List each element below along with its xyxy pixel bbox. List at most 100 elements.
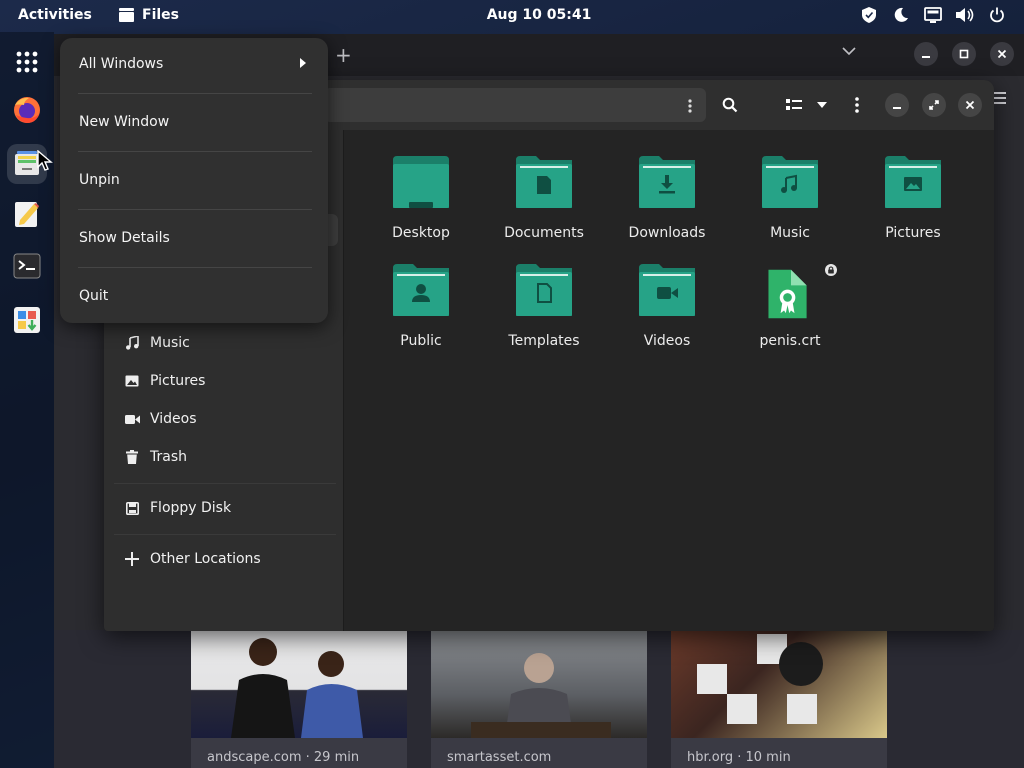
folder-tile-desktop[interactable]: Desktop bbox=[364, 130, 478, 241]
folder-videos-icon bbox=[639, 264, 695, 316]
folder-tile-music[interactable]: Music bbox=[733, 130, 847, 241]
sidebar-item-label: Trash bbox=[150, 449, 187, 465]
folder-tile-public[interactable]: Public bbox=[364, 238, 478, 349]
firefox-icon[interactable] bbox=[7, 90, 47, 130]
power-icon[interactable] bbox=[988, 6, 1006, 24]
sidebar-item-other-locations[interactable]: Other Locations bbox=[104, 541, 344, 577]
mouse-pointer-icon bbox=[37, 150, 53, 171]
folder-label: Pictures bbox=[885, 225, 941, 241]
shield-icon[interactable] bbox=[860, 6, 878, 24]
news-cards: andscape.com · 29 min smartasset.com hbr… bbox=[54, 630, 1024, 768]
folder-tile-pictures[interactable]: Pictures bbox=[856, 130, 970, 241]
folder-desktop-icon bbox=[393, 156, 449, 208]
sidebar-item-trash[interactable]: Trash bbox=[104, 439, 344, 475]
menu-item-label: Quit bbox=[79, 288, 109, 304]
dock-app-context-menu: All Windows New Window Unpin Show Detail… bbox=[60, 38, 328, 323]
news-card-source: andscape.com · 29 min bbox=[207, 750, 360, 765]
dash-dock bbox=[0, 32, 54, 768]
folder-music-icon bbox=[762, 156, 818, 208]
menu-divider bbox=[78, 209, 312, 210]
folder-label: Templates bbox=[508, 333, 580, 349]
sidebar-item-music[interactable]: Music bbox=[104, 325, 344, 361]
files-close-button[interactable] bbox=[958, 93, 982, 117]
search-icon[interactable] bbox=[718, 93, 742, 117]
files-minimize-button[interactable] bbox=[885, 93, 909, 117]
news-card[interactable]: smartasset.com bbox=[431, 630, 647, 768]
menu-item-new-window[interactable]: New Window bbox=[60, 102, 328, 142]
file-tile-certificate[interactable]: penis.crt bbox=[733, 238, 847, 349]
sidebar-item-label: Other Locations bbox=[150, 551, 261, 567]
app-menu-label: Files bbox=[142, 7, 179, 23]
certificate-file-icon bbox=[768, 269, 807, 319]
sidebar-item-label: Floppy Disk bbox=[150, 500, 232, 516]
main-menu-icon[interactable] bbox=[845, 93, 869, 117]
news-card-image bbox=[671, 630, 887, 738]
file-label: penis.crt bbox=[759, 333, 821, 349]
sidebar-item-floppy-disk[interactable]: Floppy Disk bbox=[104, 490, 344, 526]
night-light-icon[interactable] bbox=[892, 6, 910, 24]
path-bar[interactable] bbox=[324, 88, 706, 122]
menu-item-show-details[interactable]: Show Details bbox=[60, 218, 328, 258]
menu-item-label: Show Details bbox=[79, 230, 170, 246]
menu-item-label: All Windows bbox=[79, 56, 164, 72]
volume-icon[interactable] bbox=[956, 6, 974, 24]
activities-button[interactable]: Activities bbox=[18, 7, 92, 23]
folder-label: Public bbox=[400, 333, 442, 349]
folder-tile-templates[interactable]: Templates bbox=[487, 238, 601, 349]
system-tray[interactable] bbox=[860, 6, 1006, 24]
menu-item-label: New Window bbox=[79, 114, 170, 130]
folder-tile-documents[interactable]: Documents bbox=[487, 130, 601, 241]
sidebar-divider bbox=[114, 534, 336, 535]
browser-close-button[interactable] bbox=[990, 42, 1014, 66]
submenu-arrow-icon bbox=[300, 58, 306, 68]
browser-minimize-button[interactable] bbox=[914, 42, 938, 66]
folder-downloads-icon bbox=[639, 156, 695, 208]
app-grid-icon[interactable] bbox=[7, 42, 47, 82]
news-card[interactable]: hbr.org · 10 min bbox=[671, 630, 887, 768]
software-icon[interactable] bbox=[7, 300, 47, 340]
folder-pictures-icon bbox=[885, 156, 941, 208]
sidebar-item-label: Videos bbox=[150, 411, 197, 427]
new-tab-icon[interactable]: + bbox=[335, 43, 352, 67]
news-card[interactable]: andscape.com · 29 min bbox=[191, 630, 407, 768]
sidebar-item-pictures[interactable]: Pictures bbox=[104, 363, 344, 399]
folder-label: Videos bbox=[643, 333, 691, 349]
text-editor-icon[interactable] bbox=[7, 194, 47, 234]
menu-item-label: Unpin bbox=[79, 172, 120, 188]
folder-tile-downloads[interactable]: Downloads bbox=[610, 130, 724, 241]
floppy-disk-icon bbox=[124, 500, 140, 516]
folder-public-icon bbox=[393, 264, 449, 316]
app-menu-button[interactable]: Files bbox=[119, 7, 179, 23]
sidebar-item-label: Pictures bbox=[150, 373, 206, 389]
path-menu-icon[interactable] bbox=[688, 98, 692, 117]
plus-icon bbox=[124, 551, 140, 567]
top-bar: Activities Files Aug 10 05:41 bbox=[0, 0, 1024, 32]
menu-item-unpin[interactable]: Unpin bbox=[60, 160, 328, 200]
menu-divider bbox=[78, 267, 312, 268]
news-card-source: smartasset.com bbox=[447, 750, 552, 765]
folder-tile-videos[interactable]: Videos bbox=[610, 238, 724, 349]
screen-share-icon[interactable] bbox=[924, 6, 942, 24]
sidebar-item-label: Music bbox=[150, 335, 190, 351]
menu-divider bbox=[78, 151, 312, 152]
hamburger-menu-icon[interactable] bbox=[992, 89, 1006, 108]
files-restore-button[interactable] bbox=[922, 93, 946, 117]
view-options-chevron-icon[interactable] bbox=[810, 93, 834, 117]
browser-maximize-button[interactable] bbox=[952, 42, 976, 66]
news-card-image bbox=[191, 630, 407, 738]
menu-item-quit[interactable]: Quit bbox=[60, 276, 328, 316]
folder-templates-icon bbox=[516, 264, 572, 316]
clock[interactable]: Aug 10 05:41 bbox=[487, 7, 592, 23]
folder-documents-icon bbox=[516, 156, 572, 208]
terminal-icon[interactable] bbox=[7, 246, 47, 286]
menu-divider bbox=[78, 93, 312, 94]
tab-list-chevron-icon[interactable] bbox=[842, 44, 856, 60]
sidebar-item-videos[interactable]: Videos bbox=[104, 401, 344, 437]
file-grid: Desktop Documents Downloads Music Pictur… bbox=[344, 130, 994, 631]
news-card-image bbox=[431, 630, 647, 738]
list-view-icon[interactable] bbox=[782, 93, 806, 117]
music-note-icon bbox=[124, 335, 140, 351]
menu-item-all-windows[interactable]: All Windows bbox=[60, 44, 328, 84]
lock-icon bbox=[825, 264, 837, 276]
video-camera-icon bbox=[124, 411, 140, 427]
